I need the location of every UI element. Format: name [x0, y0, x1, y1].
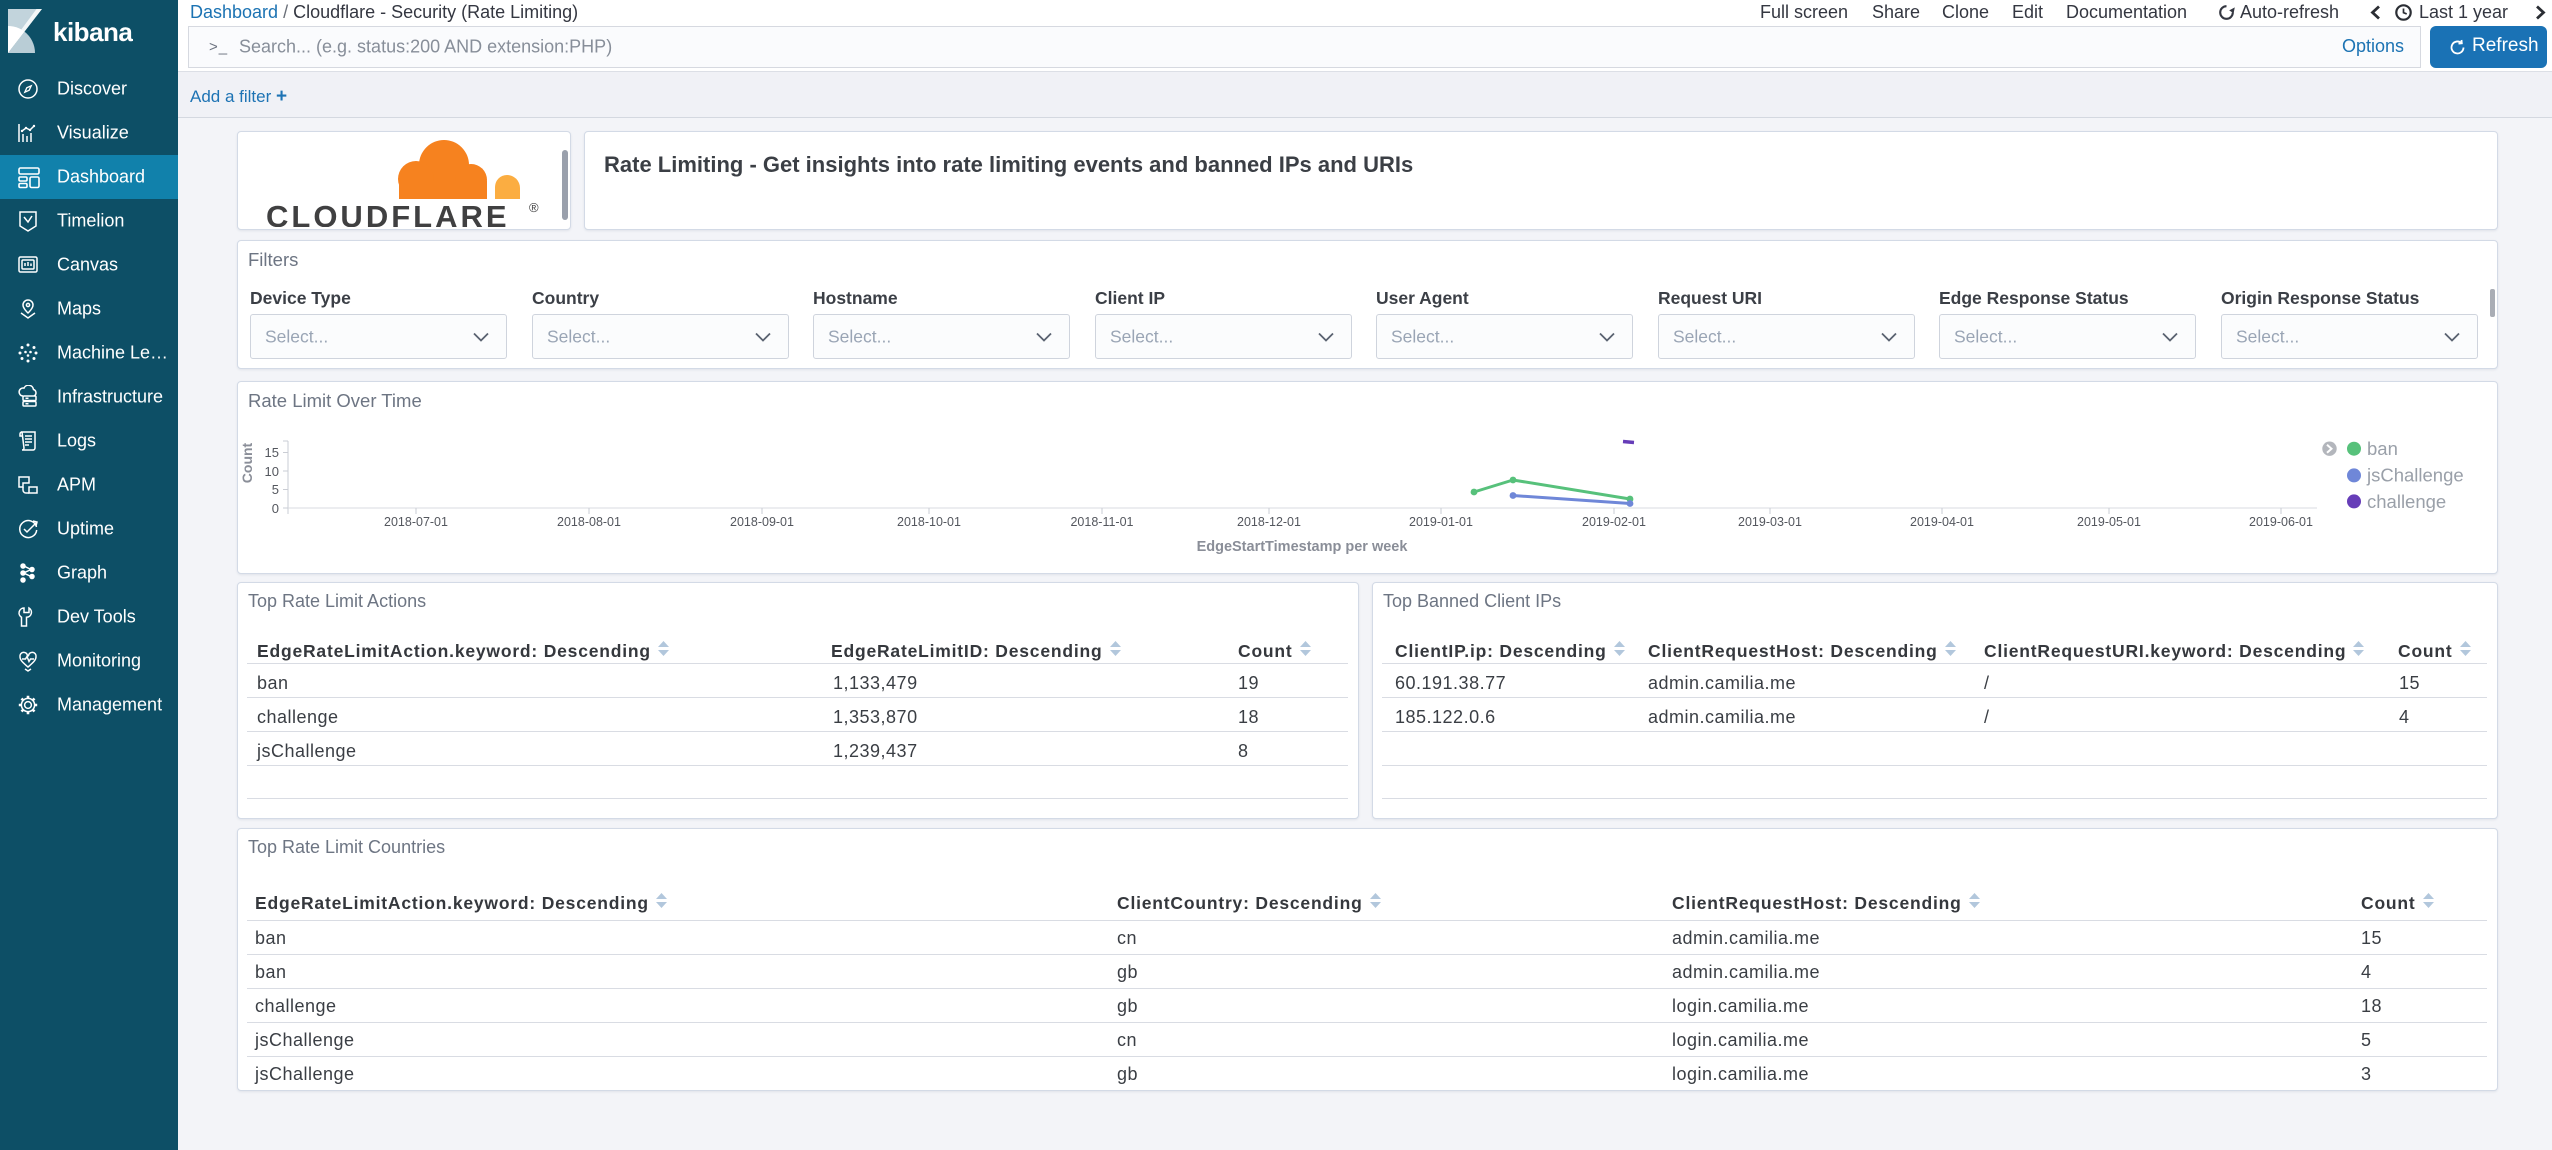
svg-text:2018-12-01: 2018-12-01	[1237, 515, 1301, 529]
svg-text:Count: Count	[239, 442, 255, 483]
svg-text:2019-06-01: 2019-06-01	[2249, 515, 2313, 529]
svg-text:10: 10	[265, 464, 279, 479]
svg-text:2018-08-01: 2018-08-01	[557, 515, 621, 529]
svg-text:2018-09-01: 2018-09-01	[730, 515, 794, 529]
svg-text:15: 15	[265, 445, 279, 460]
svg-text:challenge: challenge	[2367, 491, 2446, 512]
svg-text:2018-11-01: 2018-11-01	[1070, 515, 1133, 529]
svg-text:0: 0	[272, 501, 279, 516]
svg-text:2018-07-01: 2018-07-01	[384, 515, 448, 529]
svg-text:ban: ban	[2367, 438, 2398, 459]
svg-text:jsChallenge: jsChallenge	[2366, 465, 2464, 486]
svg-text:2019-01-01: 2019-01-01	[1409, 515, 1473, 529]
svg-text:2019-03-01: 2019-03-01	[1738, 515, 1802, 529]
svg-text:®: ®	[529, 200, 539, 215]
svg-text:2019-05-01: 2019-05-01	[2077, 515, 2141, 529]
svg-text:2018-10-01: 2018-10-01	[897, 515, 961, 529]
svg-text:2019-02-01: 2019-02-01	[1582, 515, 1646, 529]
svg-text:5: 5	[272, 482, 279, 497]
svg-text:EdgeStartTimestamp per week: EdgeStartTimestamp per week	[1197, 539, 1409, 555]
svg-text:2019-04-01: 2019-04-01	[1910, 515, 1974, 529]
svg-text:CLOUDFLARE: CLOUDFLARE	[266, 199, 510, 227]
